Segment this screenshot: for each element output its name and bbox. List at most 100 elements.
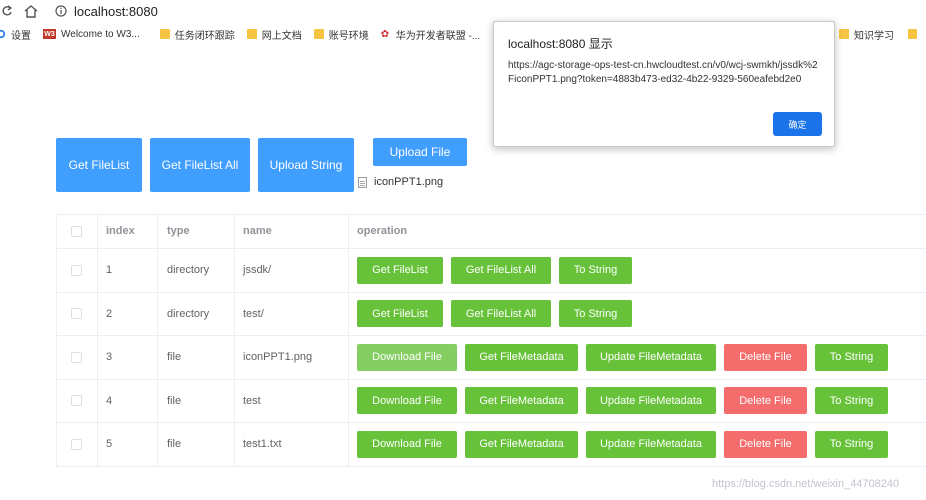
- header-index: index: [98, 214, 158, 248]
- update-filemetadata-button[interactable]: Update FileMetadata: [586, 430, 716, 458]
- row-name: test/: [235, 292, 349, 335]
- row-checkbox[interactable]: [71, 438, 82, 450]
- row-type: directory: [158, 249, 235, 292]
- row-checkbox[interactable]: [71, 395, 82, 407]
- bookmark-w3[interactable]: W3 Welcome to W3...: [43, 29, 140, 40]
- select-all-cell: [56, 214, 98, 248]
- get-filemetadata-button[interactable]: Get FileMetadata: [465, 343, 578, 371]
- download-file-button[interactable]: Download File: [357, 430, 457, 458]
- row-index: 2: [98, 292, 158, 335]
- table-header: index type name operation: [56, 214, 926, 249]
- url-text[interactable]: localhost:8080: [74, 4, 158, 19]
- bookmark-label: 任务闭环跟踪: [174, 30, 235, 42]
- w3-icon: W3: [43, 29, 56, 39]
- selected-file-name: iconPPT1.png: [374, 176, 444, 188]
- gear-icon: [0, 29, 6, 39]
- document-icon: [358, 176, 367, 188]
- download-file-button[interactable]: Download File: [357, 343, 457, 371]
- bookmark-label: 知识学习: [854, 30, 894, 42]
- upload-string-button[interactable]: Upload String: [258, 138, 354, 192]
- bookmark-learning[interactable]: 知识学习: [839, 27, 894, 42]
- row-operations: Get FileList Get FileList All To String: [349, 293, 926, 336]
- table-row: 4 file test Download File Get FileMetada…: [56, 379, 926, 423]
- delete-file-button[interactable]: Delete File: [724, 430, 807, 458]
- bookmark-docs[interactable]: 网上文档: [246, 27, 302, 42]
- row-name: test: [235, 379, 349, 422]
- row-checkbox[interactable]: [71, 308, 82, 320]
- header-type: type: [158, 214, 235, 248]
- get-filemetadata-button[interactable]: Get FileMetadata: [465, 430, 578, 458]
- get-filelist-all-button[interactable]: Get FileList All: [451, 300, 551, 328]
- row-operations: Download File Get FileMetadata Update Fi…: [349, 336, 926, 379]
- row-checkbox[interactable]: [71, 264, 82, 276]
- row-name: iconPPT1.png: [235, 336, 349, 379]
- folder-icon: [313, 29, 324, 39]
- row-index: 5: [98, 423, 158, 466]
- bookmark-huawei[interactable]: ✿ 华为开发者联盟 -...: [381, 27, 480, 42]
- row-select-cell: [56, 379, 98, 422]
- header-name: name: [235, 214, 349, 248]
- folder-icon: [159, 29, 170, 39]
- delete-file-button[interactable]: Delete File: [724, 343, 807, 371]
- dialog-message: https://agc-storage-ops-test-cn.hwcloudt…: [508, 60, 818, 85]
- get-filelist-button[interactable]: Get FileList: [357, 300, 443, 328]
- get-filelist-button[interactable]: Get FileList: [357, 256, 443, 284]
- table-row: 3 file iconPPT1.png Download File Get Fi…: [56, 336, 926, 380]
- row-operations: Get FileList Get FileList All To String: [349, 249, 926, 292]
- row-operations: Download File Get FileMetadata Update Fi…: [349, 380, 926, 423]
- header-operation: operation: [357, 225, 408, 237]
- table-row: 1 directory jssdk/ Get FileList Get File…: [56, 249, 926, 293]
- row-checkbox[interactable]: [71, 351, 82, 363]
- upload-file-button[interactable]: Upload File: [373, 138, 467, 166]
- row-select-cell: [56, 336, 98, 379]
- alert-dialog: localhost:8080 显示 https://agc-storage-op…: [493, 21, 835, 147]
- bookmark-label: Welcome to W3...: [61, 28, 140, 40]
- get-filelist-all-button[interactable]: Get FileList All: [451, 256, 551, 284]
- row-type: file: [158, 336, 235, 379]
- to-string-button[interactable]: To String: [559, 300, 632, 328]
- update-filemetadata-button[interactable]: Update FileMetadata: [586, 387, 716, 415]
- update-filemetadata-button[interactable]: Update FileMetadata: [586, 343, 716, 371]
- ok-button[interactable]: 确定: [773, 112, 822, 136]
- to-string-button[interactable]: To String: [815, 430, 888, 458]
- huawei-icon: ✿: [380, 29, 390, 40]
- to-string-button[interactable]: To String: [815, 343, 888, 371]
- watermark: https://blog.csdn.net/weixin_44708240: [712, 478, 900, 490]
- bookmark-settings[interactable]: 设置: [0, 27, 31, 42]
- bookmark-accounts[interactable]: 账号环境: [313, 27, 369, 42]
- file-table: index type name operation 1 directory js…: [56, 214, 926, 467]
- row-select-cell: [56, 292, 98, 335]
- folder-icon: [246, 29, 257, 39]
- row-index: 3: [98, 336, 158, 379]
- bookmark-label: 账号环境: [328, 30, 369, 42]
- row-type: file: [158, 379, 235, 422]
- bookmark-label: 网上文档: [261, 30, 302, 42]
- row-type: directory: [158, 292, 235, 335]
- delete-file-button[interactable]: Delete File: [724, 387, 807, 415]
- to-string-button[interactable]: To String: [815, 387, 888, 415]
- dialog-title: localhost:8080 显示: [508, 37, 613, 51]
- folder-icon: [839, 29, 849, 39]
- get-filelist-all-button[interactable]: Get FileList All: [150, 138, 250, 192]
- bookmark-label: 设置: [11, 30, 31, 42]
- row-select-cell: [56, 249, 98, 292]
- get-filelist-button[interactable]: Get FileList: [56, 138, 142, 192]
- row-index: 4: [98, 379, 158, 422]
- folder-icon[interactable]: [908, 29, 917, 39]
- download-file-button[interactable]: Download File: [357, 387, 457, 415]
- row-name: jssdk/: [235, 249, 349, 292]
- selected-file: iconPPT1.png: [358, 176, 443, 188]
- get-filemetadata-button[interactable]: Get FileMetadata: [465, 387, 578, 415]
- row-type: file: [158, 423, 235, 466]
- info-icon[interactable]: [54, 4, 68, 18]
- home-icon[interactable]: [24, 4, 38, 18]
- address-bar[interactable]: localhost:8080: [0, 0, 926, 22]
- bookmark-label: 华为开发者联盟 -...: [395, 30, 481, 42]
- to-string-button[interactable]: To String: [559, 256, 632, 284]
- row-index: 1: [98, 249, 158, 292]
- bookmark-task[interactable]: 任务闭环跟踪: [159, 27, 235, 42]
- row-operations: Download File Get FileMetadata Update Fi…: [349, 423, 926, 466]
- reload-icon[interactable]: [0, 4, 14, 18]
- select-all-checkbox[interactable]: [71, 225, 82, 237]
- row-select-cell: [56, 423, 98, 466]
